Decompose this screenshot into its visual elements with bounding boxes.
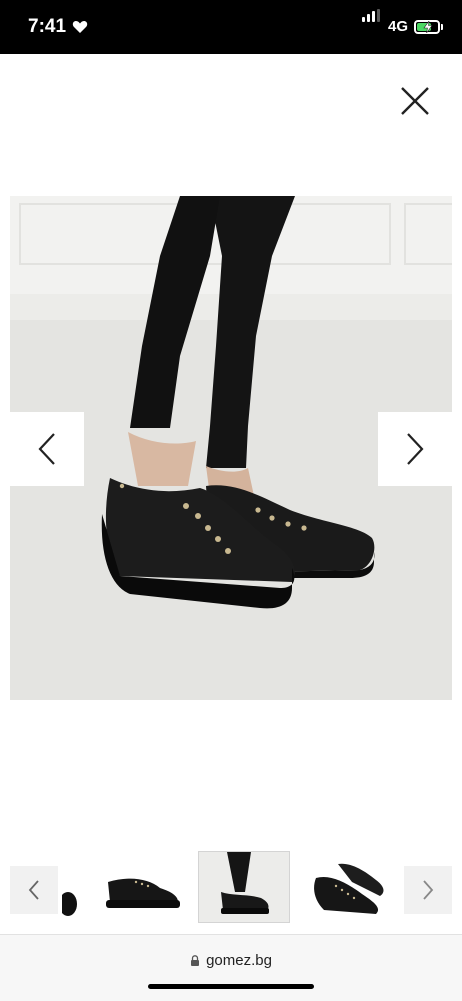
close-button[interactable] bbox=[396, 82, 434, 120]
thumbnail-1[interactable] bbox=[98, 852, 188, 922]
close-icon bbox=[401, 87, 429, 115]
status-bar: 7:41 4G bbox=[0, 0, 462, 54]
url-text: gomez.bg bbox=[206, 952, 272, 969]
chevron-right-icon bbox=[407, 433, 424, 465]
next-image-button[interactable] bbox=[378, 412, 452, 486]
heart-icon bbox=[72, 20, 88, 33]
thumbnail-partial[interactable] bbox=[62, 852, 80, 922]
sneaker-side-image bbox=[106, 878, 180, 908]
thumbnail-3[interactable] bbox=[302, 852, 392, 922]
battery-tip bbox=[441, 24, 443, 30]
chevron-right-icon bbox=[423, 880, 434, 900]
network-type: 4G bbox=[388, 18, 409, 35]
chevron-left-icon bbox=[28, 880, 39, 900]
thumbnail-2[interactable] bbox=[198, 851, 290, 923]
chevron-left-icon bbox=[38, 433, 55, 465]
sneakers-worn-image bbox=[199, 852, 289, 922]
lock-icon bbox=[191, 955, 200, 966]
url-display[interactable]: gomez.bg bbox=[0, 952, 462, 969]
battery-icon bbox=[414, 20, 440, 34]
status-time: 7:41 bbox=[28, 16, 67, 37]
home-indicator[interactable] bbox=[148, 984, 314, 989]
thumbnails-prev-button[interactable] bbox=[10, 866, 58, 914]
sneaker-top-image bbox=[314, 863, 384, 914]
thumbnail-strip bbox=[0, 851, 462, 924]
prev-image-button[interactable] bbox=[10, 412, 84, 486]
product-photo bbox=[10, 196, 452, 700]
browser-url-bar[interactable]: gomez.bg bbox=[0, 934, 462, 1001]
thumbnails-next-button[interactable] bbox=[404, 866, 452, 914]
